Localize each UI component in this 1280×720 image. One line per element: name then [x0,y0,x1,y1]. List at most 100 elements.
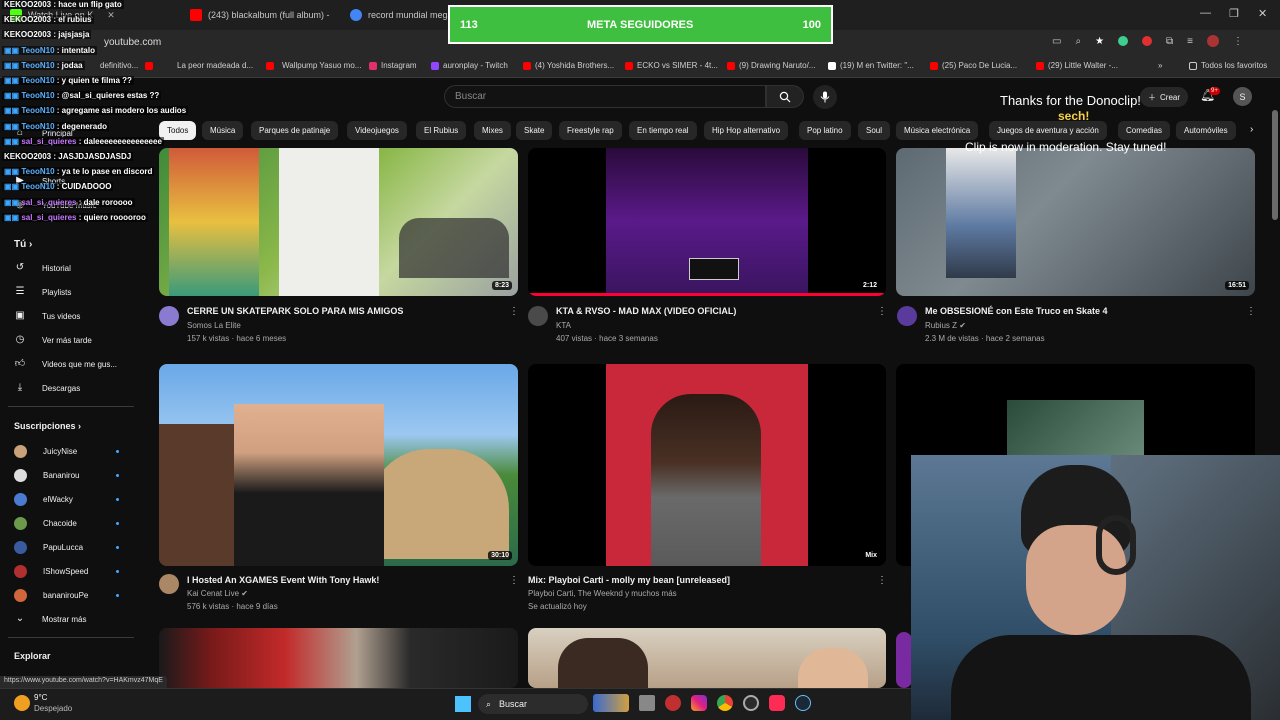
windows-start-icon[interactable] [455,696,471,712]
minimize-icon[interactable]: — [1200,7,1211,19]
browser-tab-youtube[interactable]: (243) blackalbum (full album) - ✕ [190,4,340,26]
sidebar-item-watch-later[interactable]: ◷ Ver más tarde [14,330,92,350]
media-icon[interactable]: ≡ [1187,36,1193,47]
tiktok-icon[interactable] [769,695,785,711]
sidebar-item-history[interactable]: ↺ Historial [14,258,71,278]
tab-chip-m-sica-electr-nica[interactable]: Música electrónica [896,121,979,140]
tab-chip-soul[interactable]: Soul [858,121,891,140]
sidebar-subscription[interactable]: elWacky [14,489,73,509]
sidebar-subscriptions-heading[interactable]: Suscripciones › [14,421,81,431]
tab-chip-en-tiempo-real[interactable]: En tiempo real [629,121,697,140]
video-title[interactable]: Mix: Playboi Carti - molly my bean [unre… [528,575,730,585]
sidebar-you-heading[interactable]: Tú › [14,239,32,250]
sidebar-item-liked[interactable]: 👍︎ Videos que me gus... [14,354,117,374]
video-thumbnail[interactable]: 30:10 [159,364,518,566]
tab-chip-todos[interactable]: Todos [159,121,197,140]
more-options-icon[interactable]: ⋮ [877,575,887,586]
extension-icon[interactable] [1118,36,1129,46]
avatar[interactable]: S [1233,87,1252,106]
more-options-icon[interactable]: ⋮ [877,306,887,317]
tab-chip-pop-latino[interactable]: Pop latino [799,121,851,140]
bookmark-item[interactable]: (4) Yoshida Brothers... [523,61,614,70]
bookmarks-overflow-icon[interactable]: » [1158,61,1162,70]
video-title[interactable]: CERRE UN SKATEPARK SOLO PARA MIS AMIGOS [187,306,403,316]
channel-avatar[interactable] [159,574,179,594]
video-thumbnail[interactable] [896,632,912,688]
sidebar-subscription[interactable]: IShowSpeed [14,561,88,581]
sidebar-subscription[interactable]: Bananirou [14,465,79,485]
tab-chip-m-sica[interactable]: Música [202,121,244,140]
menu-icon[interactable]: ⋮ [1233,36,1243,47]
tab-chip-freestyle-rap[interactable]: Freestyle rap [559,121,622,140]
tab-chip-autom-viles[interactable]: Automóviles [1176,121,1236,140]
bookmark-item[interactable]: La peor madeada d... [145,61,253,70]
extensions-puzzle-icon[interactable]: ⧉ [1166,36,1173,47]
tab-chip-hip-hop-alternativo[interactable]: Hip Hop alternativo [704,121,789,140]
video-thumbnail[interactable] [528,628,886,688]
address-input[interactable]: youtube.com [104,37,161,48]
video-title[interactable]: KTA & RVSO - MAD MAX (VIDEO OFICIAL) [556,306,736,316]
sidebar-item-downloads[interactable]: ⤓ Descargas [14,378,80,398]
tab-chip-skate[interactable]: Skate [516,121,553,140]
more-options-icon[interactable]: ⋮ [509,575,519,586]
sidebar-subscription[interactable]: Chacoide [14,513,77,533]
tab-chip-comedias[interactable]: Comedias [1118,121,1171,140]
create-button[interactable]: ＋ Crear [1140,87,1189,107]
video-title[interactable]: Me OBSESIONÉ con Este Truco en Skate 4 [925,306,1108,316]
app-icon[interactable] [665,695,681,711]
page-scrollbar[interactable] [1272,110,1278,220]
sidebar-subscription[interactable]: JuicyNise [14,441,77,461]
profile-icon[interactable] [1207,35,1220,47]
search-input[interactable]: Buscar [444,85,766,108]
bookmark-item[interactable]: Wallpump Yasuo mo... [266,61,361,70]
tab-chip-juegos-de-aventura-y-acci-n[interactable]: Juegos de aventura y acción [989,121,1107,140]
channel-name-row[interactable]: Kai Cenat Live ✔ [187,589,248,598]
video-thumbnail[interactable]: Mix [528,364,886,566]
all-bookmarks-folder[interactable]: Todos los favoritos [1189,61,1267,70]
close-window-icon[interactable]: ✕ [1258,7,1267,20]
video-thumbnail[interactable]: 2:12 [528,148,886,296]
tab-chip-mixes[interactable]: Mixes [474,121,511,140]
weather-sun-icon[interactable] [14,695,30,711]
sidebar-item-your-videos[interactable]: ▣ Tus videos [14,306,80,326]
instagram-icon[interactable] [691,695,707,711]
channel-avatar[interactable] [528,306,548,326]
weather-temp[interactable]: 9°C [34,693,47,702]
close-tab-icon[interactable]: ✕ [107,10,115,21]
chrome-icon[interactable] [717,695,733,711]
channel-name[interactable]: Somos La Elite [187,321,241,330]
bookmark-item[interactable]: ECKO vs SIMER - 4t... [625,61,718,70]
tab-chip-el-rubius[interactable]: El Rubius [416,121,467,140]
cast-icon[interactable]: ▭ [1052,36,1061,47]
video-thumbnail[interactable]: 8:23 [159,148,518,296]
sidebar-item-playlists[interactable]: ☰ Playlists [14,282,72,302]
sidebar-subscription[interactable]: PapuLucca [14,537,83,557]
search-button[interactable] [766,85,804,108]
steam-icon[interactable] [795,695,811,711]
browser-tab-google[interactable]: record mundial megab [350,4,450,26]
bookmark-item[interactable]: auronplay - Twitch [431,61,508,70]
tab-chip-parques-de-patinaje[interactable]: Parques de patinaje [251,121,339,140]
tab-chip-videojuegos[interactable]: Videojuegos [347,121,407,140]
more-options-icon[interactable]: ⋮ [509,306,519,317]
taskbar-search-box[interactable]: ⌕ Buscar [478,694,588,714]
obs-icon[interactable] [743,695,759,711]
more-options-icon[interactable]: ⋮ [1246,306,1256,317]
channel-name[interactable]: KTA [556,321,571,330]
bookmark-item[interactable]: (9) Drawing Naruto/... [727,61,815,70]
channel-name-row[interactable]: Rubius Z ✔ [925,321,966,330]
video-thumbnail[interactable]: 16:51 [896,148,1255,296]
maximize-icon[interactable]: ❐ [1229,7,1239,20]
bookmark-item[interactable]: definitivo... [100,61,138,70]
bookmark-item[interactable]: (25) Paco De Lucia... [930,61,1017,70]
bookmark-star-icon[interactable]: ★ [1095,36,1104,47]
extension-icon[interactable] [1142,36,1153,46]
bookmark-item[interactable]: (19) M en Twitter: "... [828,61,914,70]
sidebar-subscription[interactable]: bananirouPe [14,585,88,605]
search-highlight-icon[interactable] [593,694,629,712]
channel-avatar[interactable] [897,306,917,326]
task-view-icon[interactable] [639,695,655,711]
channel-avatar[interactable] [159,306,179,326]
bookmark-item[interactable]: (29) Little Walter -... [1036,61,1118,70]
zoom-icon[interactable]: ⌕ [1075,36,1081,47]
